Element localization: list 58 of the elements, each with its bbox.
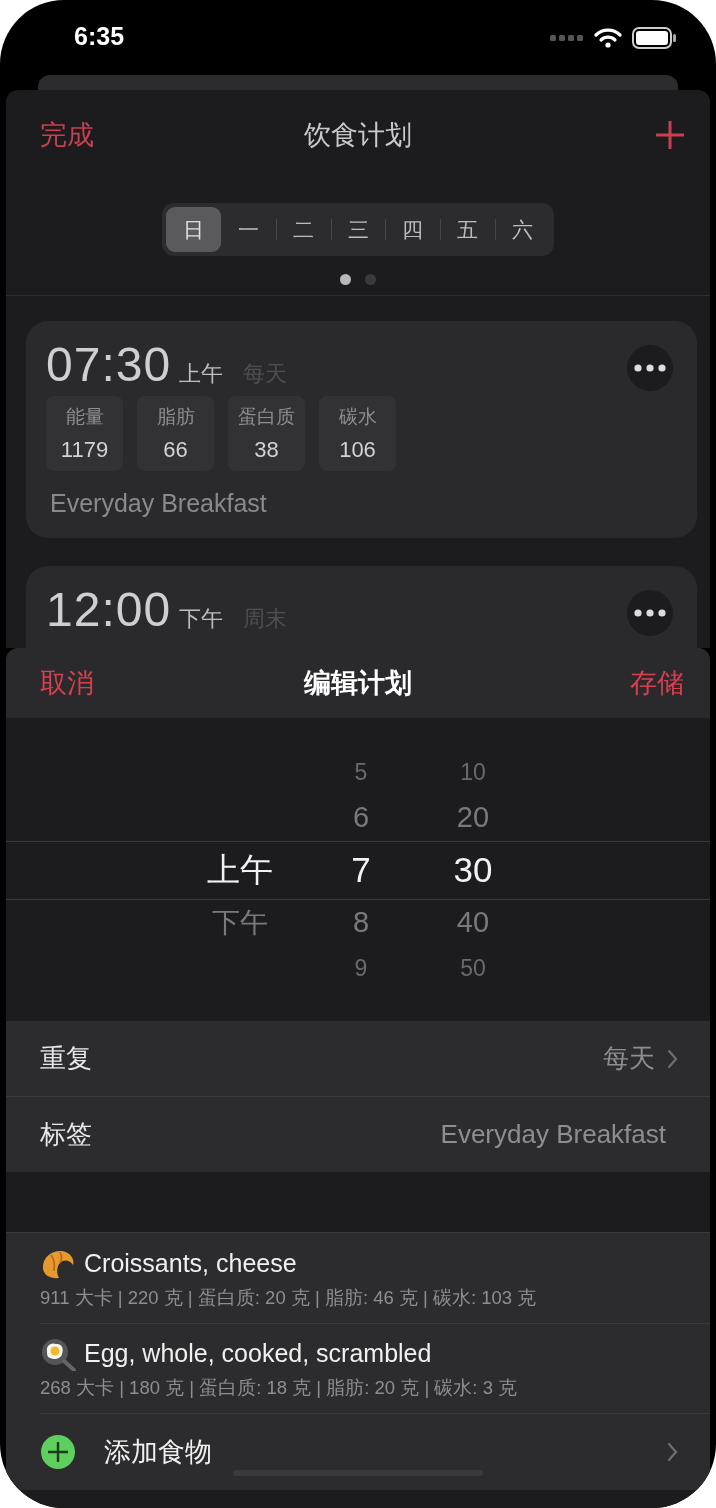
day-tab[interactable]: 四	[385, 207, 441, 252]
add-food-button[interactable]: 添加食物	[6, 1413, 710, 1490]
meal-tag: Everyday Breakfast	[50, 489, 673, 518]
add-icon[interactable]	[654, 119, 686, 151]
day-tab[interactable]: 五	[440, 207, 496, 252]
chevron-icon	[667, 1441, 678, 1462]
meal-period: 下午	[179, 605, 224, 633]
picker-item[interactable]: 下午	[212, 904, 268, 941]
sheet-title: 编辑计划	[304, 667, 412, 698]
food-row[interactable]: Croissants, cheese 911 大卡 | 220 克 | 蛋白质: 20 克 | 脂肪: 46 克 | 碳水: 103 克	[6, 1233, 710, 1323]
settings-row[interactable]: 标签 Everyday Breakfast	[6, 1096, 710, 1172]
status-time: 6:35	[74, 22, 125, 51]
food-name: Egg, whole, cooked, scrambled	[84, 1339, 432, 1368]
picker-item[interactable]: 7	[351, 850, 371, 890]
row-label: 重复	[40, 1042, 92, 1075]
row-value: Everyday Breakfast	[440, 1119, 666, 1150]
time-picker[interactable]: 上午 下午 5 6 7 8 9 10 20 30 40 50	[6, 718, 710, 1021]
day-tab[interactable]: 三	[330, 207, 386, 252]
nutrient-label: 碳水	[338, 403, 377, 429]
sheet-title: 饮食计划	[304, 119, 412, 150]
add-icon	[40, 1433, 76, 1470]
signal-icon	[550, 33, 584, 42]
food-detail: 268 大卡 | 180 克 | 蛋白质: 18 克 | 脂肪: 20 克 | 碳水: 3 克	[40, 1375, 519, 1400]
day-tab[interactable]: 二	[275, 207, 331, 252]
more-icon	[634, 609, 666, 617]
nutrient-label: 脂肪	[156, 403, 195, 429]
food-row[interactable]: Egg, whole, cooked, scrambled 268 大卡 | 180 克 | 蛋白质: 18 克 | 脂肪: 20 克 | 碳水: 3 克	[6, 1323, 710, 1413]
day-tab[interactable]: 六	[495, 207, 550, 252]
settings-row[interactable]: 重复 每天	[6, 1021, 710, 1096]
picker-item[interactable]: 上午	[207, 847, 273, 893]
meal-time: 07:30	[46, 337, 172, 392]
nutrient-value: 66	[163, 437, 188, 464]
picker-item[interactable]: 20	[456, 801, 490, 834]
nutrient-value: 1179	[60, 437, 109, 464]
fried-egg-icon	[40, 1336, 76, 1371]
more-icon	[634, 364, 666, 372]
food-detail: 911 大卡 | 220 克 | 蛋白质: 20 克 | 脂肪: 46 克 | 碳水: 103 克	[40, 1285, 538, 1310]
nutrient-label: 蛋白质	[238, 403, 295, 429]
day-tab[interactable]: 日	[166, 207, 221, 252]
picker-item[interactable]: 30	[453, 850, 493, 890]
nutrient-value: 106	[339, 437, 376, 464]
day-tab[interactable]: 一	[220, 207, 276, 252]
wifi-icon	[594, 27, 622, 48]
picker-item[interactable]: 8	[352, 906, 370, 939]
meal-time: 12:00	[46, 582, 172, 637]
more-button[interactable]	[627, 590, 673, 636]
battery-icon	[632, 26, 676, 49]
meal-period: 上午	[179, 360, 224, 388]
picker-item[interactable]: 40	[456, 906, 490, 939]
picker-item[interactable]: 6	[352, 801, 370, 834]
page-dot[interactable]	[365, 274, 376, 285]
row-label: 标签	[40, 1118, 92, 1151]
more-button[interactable]	[627, 345, 673, 391]
food-name: Croissants, cheese	[84, 1249, 297, 1278]
nutrient-label: 能量	[65, 403, 104, 429]
page-dot[interactable]	[340, 274, 351, 285]
nutrient-value: 38	[254, 437, 279, 464]
row-value: 每天	[603, 1042, 655, 1075]
